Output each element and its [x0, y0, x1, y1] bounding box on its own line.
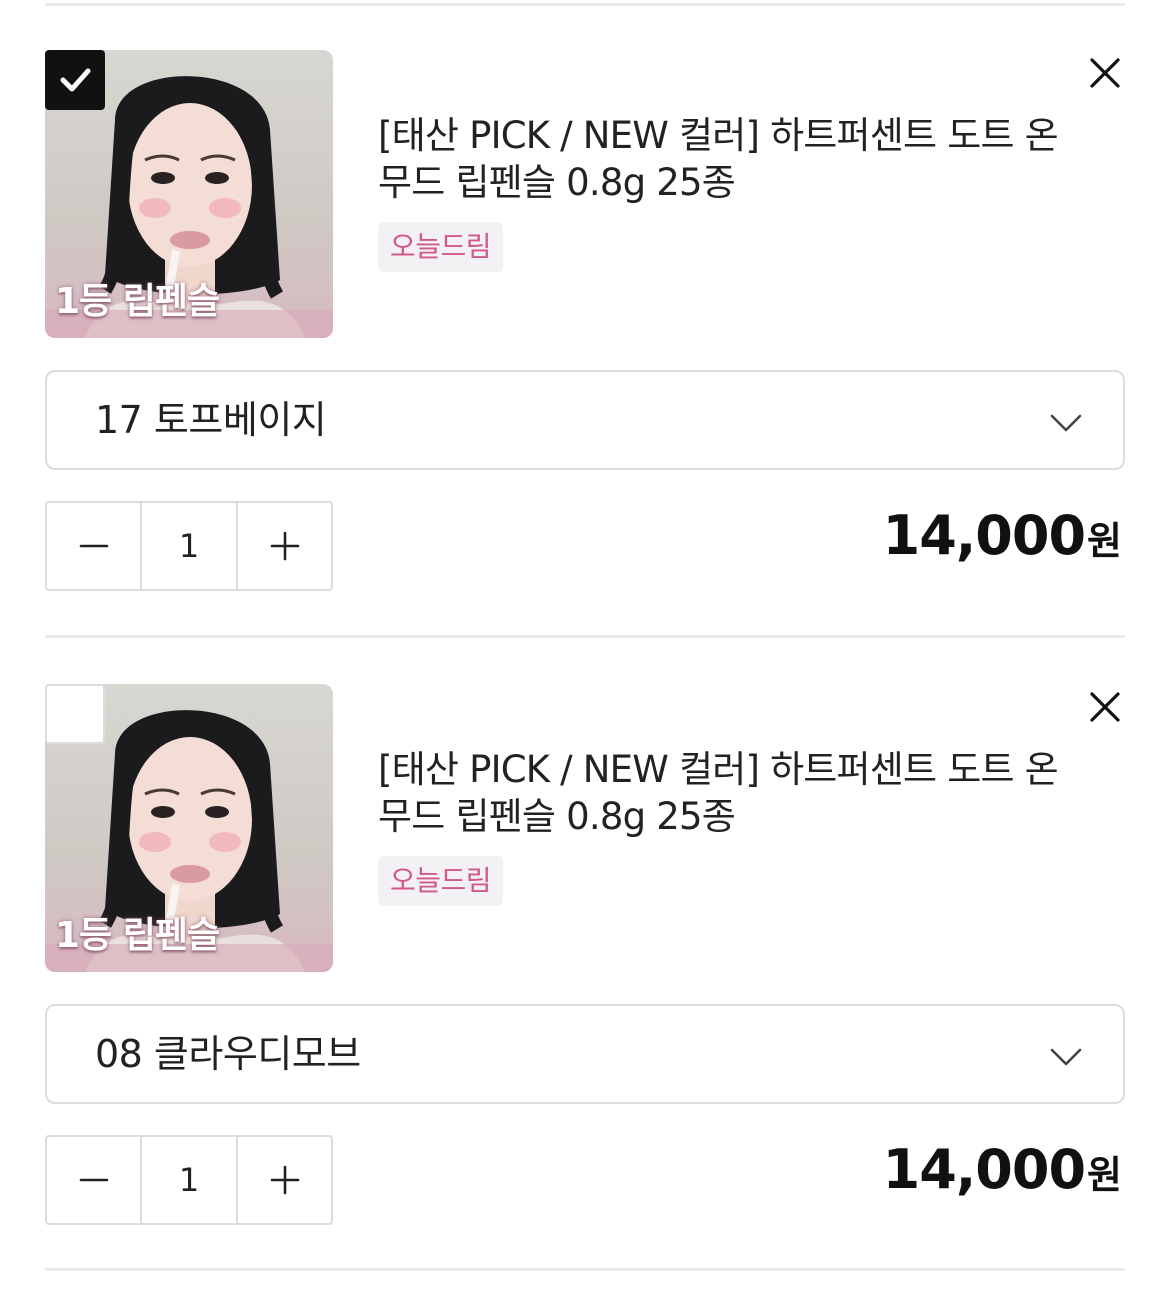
minus-icon	[79, 544, 108, 548]
price-amount: 14,000	[882, 1138, 1086, 1201]
cart-item: 1등 립펜슬 [태산 PICK / NEW 컬러] 하트퍼센트 도트 온 무드 …	[0, 0, 1170, 591]
product-title[interactable]: [태산 PICK / NEW 컬러] 하트퍼센트 도트 온 무드 립펜슬 0.8…	[378, 112, 1098, 206]
check-icon	[60, 68, 91, 92]
image-caption: 1등 립펜슬	[55, 915, 220, 956]
item-price: 14,000원	[883, 504, 1122, 567]
close-icon	[1090, 692, 1120, 722]
select-checkbox[interactable]	[45, 684, 105, 744]
option-select[interactable]: 17 토프베이지	[45, 370, 1125, 470]
select-checkbox[interactable]	[45, 50, 105, 110]
chevron-down-icon	[1050, 414, 1082, 432]
image-caption: 1등 립펜슬	[55, 281, 220, 322]
price-currency: 원	[1087, 519, 1122, 563]
remove-item-button[interactable]	[1082, 684, 1128, 730]
increase-button[interactable]	[238, 1137, 331, 1223]
price-currency: 원	[1087, 1153, 1122, 1197]
cart-item: 1등 립펜슬 [태산 PICK / NEW 컬러] 하트퍼센트 도트 온 무드 …	[0, 634, 1170, 1225]
delivery-badge: 오늘드림	[378, 222, 504, 272]
product-title[interactable]: [태산 PICK / NEW 컬러] 하트퍼센트 도트 온 무드 립펜슬 0.8…	[378, 746, 1098, 840]
quantity-value[interactable]: 1	[140, 503, 238, 589]
option-select[interactable]: 08 클라우디모브	[45, 1004, 1125, 1104]
decrease-button[interactable]	[47, 503, 140, 589]
quantity-value[interactable]: 1	[140, 1137, 238, 1223]
remove-item-button[interactable]	[1082, 50, 1128, 96]
increase-button[interactable]	[238, 503, 331, 589]
minus-icon	[79, 1178, 108, 1182]
close-icon	[1090, 58, 1120, 88]
option-value: 08 클라우디모브	[95, 1032, 361, 1076]
chevron-down-icon	[1050, 1048, 1082, 1066]
item-price: 14,000원	[883, 1138, 1122, 1201]
quantity-stepper: 1	[45, 501, 333, 591]
plus-icon	[270, 1165, 299, 1195]
quantity-stepper: 1	[45, 1135, 333, 1225]
plus-icon	[270, 531, 299, 561]
decrease-button[interactable]	[47, 1137, 140, 1223]
option-value: 17 토프베이지	[95, 398, 327, 442]
delivery-badge: 오늘드림	[378, 856, 504, 906]
divider	[45, 1268, 1125, 1271]
price-amount: 14,000	[882, 504, 1086, 567]
